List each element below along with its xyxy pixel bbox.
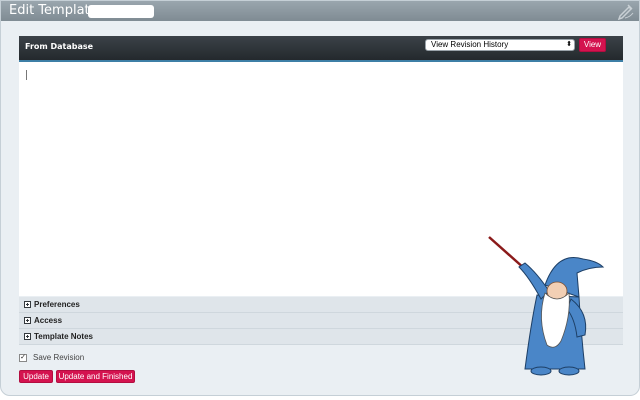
section-label: Preferences xyxy=(34,300,80,309)
edit-template-window: Edit Template: From Database View Revisi… xyxy=(0,0,640,396)
wizard-mascot-icon xyxy=(488,236,605,376)
source-label: From Database xyxy=(25,42,94,51)
save-revision-label: Save Revision xyxy=(33,353,85,362)
section-label: Template Notes xyxy=(34,332,93,341)
revision-history-select[interactable]: View Revision History ⬍ xyxy=(425,39,575,51)
revision-select-value: View Revision History xyxy=(431,40,509,49)
text-caret xyxy=(26,70,27,80)
save-revision-checkbox[interactable]: ✓ xyxy=(19,354,27,362)
select-arrows-icon: ⬍ xyxy=(566,41,572,48)
expand-plus-icon xyxy=(24,317,31,324)
expand-plus-icon xyxy=(24,333,31,340)
editor-header: From Database View Revision History ⬍ Vi… xyxy=(19,36,623,62)
section-label: Access xyxy=(34,316,63,325)
expand-plus-icon xyxy=(24,301,31,308)
template-name-redacted xyxy=(88,5,154,18)
update-button[interactable]: Update xyxy=(19,370,53,383)
title-bar: Edit Template: xyxy=(1,1,639,21)
view-revision-button[interactable]: View xyxy=(579,38,606,52)
update-and-finished-button[interactable]: Update and Finished xyxy=(56,370,135,383)
edit-pen-icon[interactable] xyxy=(617,2,635,20)
